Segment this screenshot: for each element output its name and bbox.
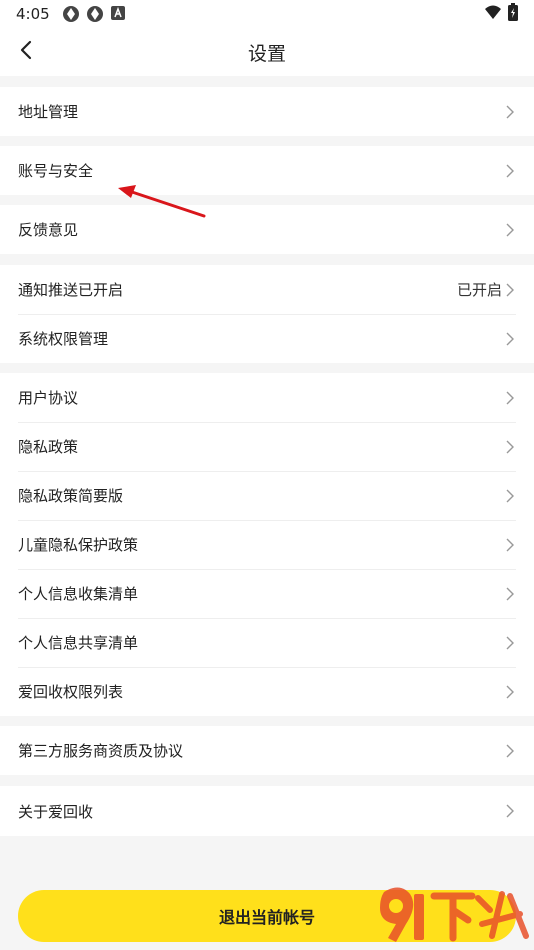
setting-label: 隐私政策简要版 <box>18 487 124 505</box>
setting-row-info-sharing-list[interactable]: 个人信息共享清单 <box>0 618 534 667</box>
setting-row-push-notifications[interactable]: 通知推送已开启 已开启 <box>0 265 534 314</box>
chevron-right-icon <box>506 105 516 119</box>
chevron-right-icon <box>506 332 516 346</box>
settings-group-notifications: 通知推送已开启 已开启 系统权限管理 <box>0 265 534 363</box>
setting-row-about[interactable]: 关于爱回收 <box>0 786 534 836</box>
setting-row-address[interactable]: 地址管理 <box>0 87 534 136</box>
notification-app-icon <box>62 5 80 23</box>
setting-row-third-party-services[interactable]: 第三方服务商资质及协议 <box>0 726 534 775</box>
font-icon <box>110 5 128 23</box>
setting-label: 用户协议 <box>18 389 79 407</box>
chevron-right-icon <box>506 283 516 297</box>
chevron-right-icon <box>506 744 516 758</box>
setting-row-privacy-policy-brief[interactable]: 隐私政策简要版 <box>0 471 534 520</box>
settings-group-address: 地址管理 <box>0 87 534 136</box>
status-time: 4:05 <box>16 5 50 23</box>
setting-label: 关于爱回收 <box>18 802 94 821</box>
setting-row-system-permissions[interactable]: 系统权限管理 <box>0 314 534 363</box>
setting-label: 儿童隐私保护政策 <box>18 536 139 554</box>
chevron-right-icon <box>506 391 516 405</box>
setting-label: 系统权限管理 <box>18 330 109 348</box>
chevron-right-icon <box>506 636 516 650</box>
battery-charging-icon <box>508 3 518 25</box>
watermark-logo <box>380 887 529 942</box>
setting-label: 账号与安全 <box>18 162 94 180</box>
setting-row-feedback[interactable]: 反馈意见 <box>0 205 534 254</box>
setting-row-user-agreement[interactable]: 用户协议 <box>0 373 534 422</box>
logout-label: 退出当前帐号 <box>218 908 315 927</box>
chevron-right-icon <box>506 164 516 178</box>
setting-row-permissions-list[interactable]: 爱回收权限列表 <box>0 667 534 716</box>
setting-label: 通知推送已开启 <box>18 281 124 299</box>
settings-group-feedback: 反馈意见 <box>0 205 534 254</box>
setting-row-info-collection-list[interactable]: 个人信息收集清单 <box>0 569 534 618</box>
setting-label: 第三方服务商资质及协议 <box>18 742 184 760</box>
setting-label: 地址管理 <box>18 103 79 121</box>
top-bar: 设置 <box>0 28 534 76</box>
chevron-right-icon <box>506 685 516 699</box>
settings-group-account: 账号与安全 <box>0 146 534 195</box>
chevron-right-icon <box>506 440 516 454</box>
settings-group-about: 关于爱回收 <box>0 786 534 836</box>
chevron-right-icon <box>506 538 516 552</box>
setting-value: 已开启 <box>456 281 502 299</box>
setting-row-children-privacy[interactable]: 儿童隐私保护政策 <box>0 520 534 569</box>
chevron-right-icon <box>506 804 516 818</box>
settings-screen: 4:05 设置 地址管理 账号与安全 反馈意见 通知推送已开启 已开启 系统权限… <box>0 0 534 950</box>
setting-row-privacy-policy[interactable]: 隐私政策 <box>0 422 534 471</box>
setting-label: 个人信息收集清单 <box>18 585 139 603</box>
back-button[interactable] <box>10 36 42 68</box>
page-title: 设置 <box>247 42 286 65</box>
setting-label: 爱回收权限列表 <box>18 683 124 701</box>
chevron-right-icon <box>506 587 516 601</box>
status-bar: 4:05 <box>0 0 534 28</box>
status-right <box>484 3 518 25</box>
wifi-icon <box>484 4 502 24</box>
chevron-right-icon <box>506 223 516 237</box>
chevron-left-icon <box>19 40 33 64</box>
setting-label: 个人信息共享清单 <box>18 634 139 652</box>
setting-label: 反馈意见 <box>18 221 79 239</box>
notification-app-icon <box>86 5 104 23</box>
settings-group-policies: 用户协议 隐私政策 隐私政策简要版 儿童隐私保护政策 个人信息收集清单 个人信息… <box>0 373 534 716</box>
setting-row-account-security[interactable]: 账号与安全 <box>0 146 534 195</box>
chevron-right-icon <box>506 489 516 503</box>
setting-label: 隐私政策 <box>18 438 79 456</box>
settings-group-third-party: 第三方服务商资质及协议 <box>0 726 534 775</box>
